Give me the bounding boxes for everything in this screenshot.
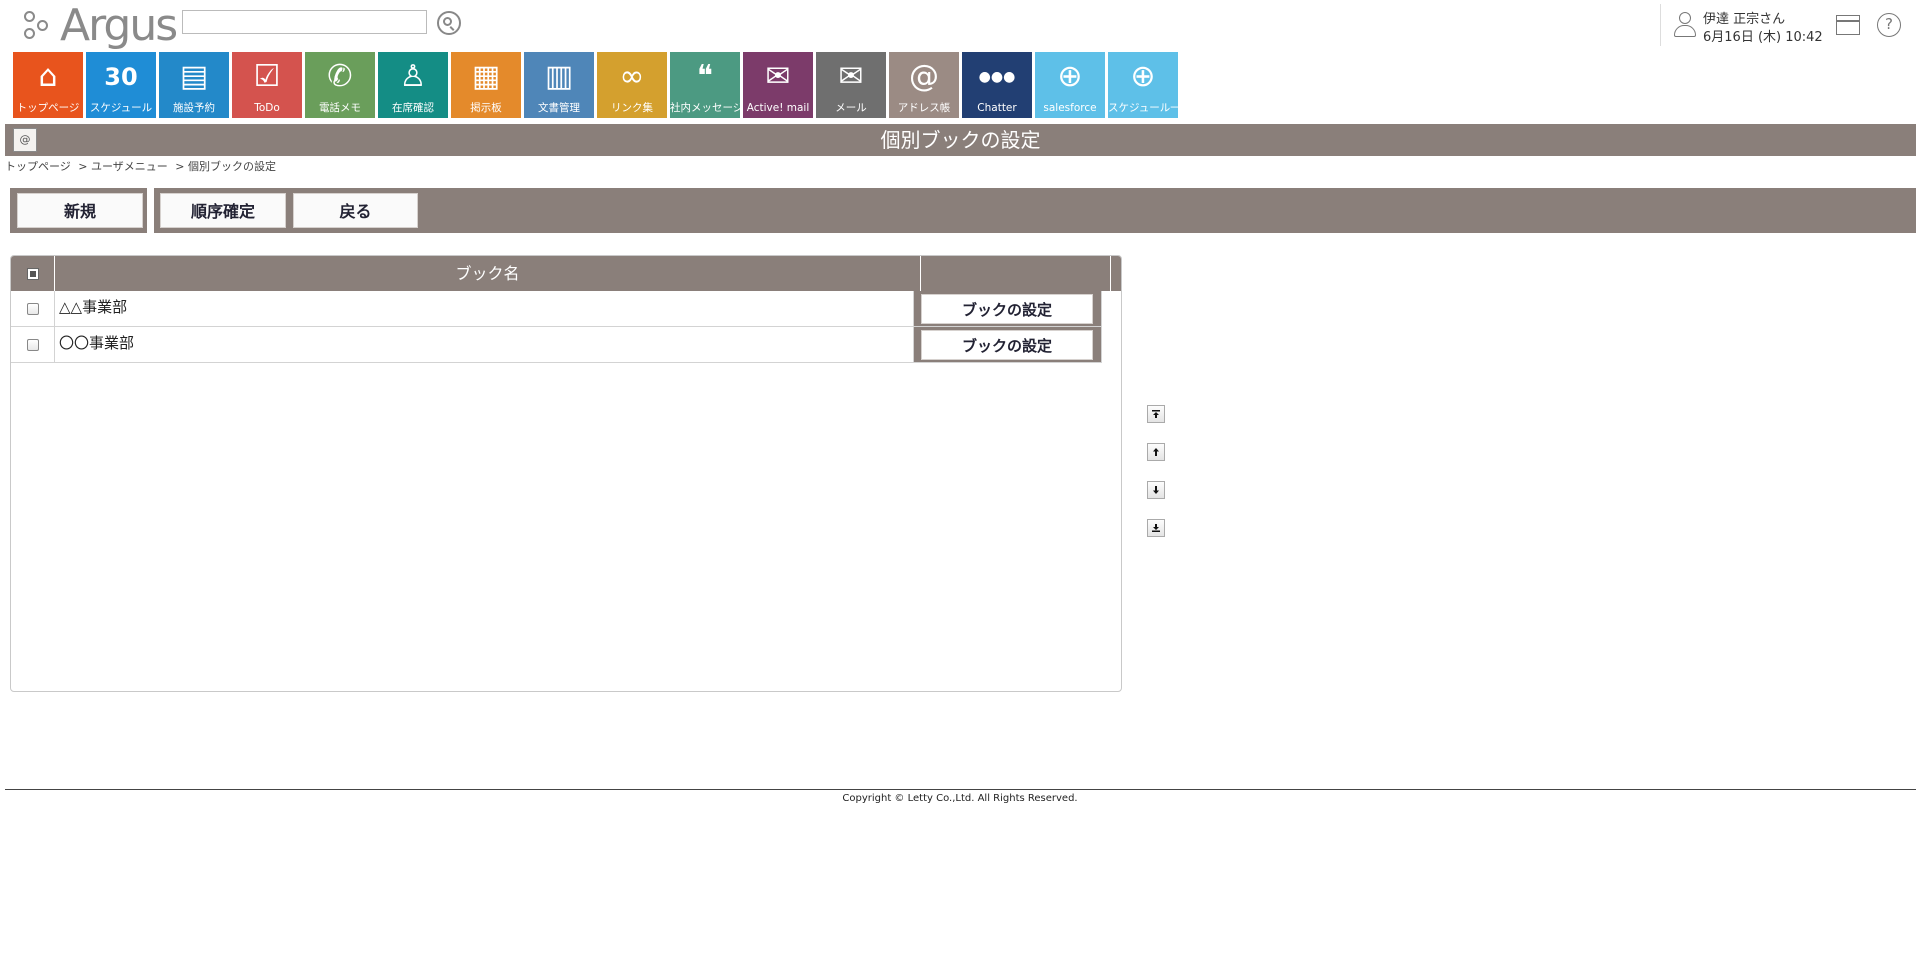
breadcrumb-item-top[interactable]: トップページ	[5, 160, 71, 173]
app-tile-label: ToDo	[254, 102, 280, 114]
app-launcher-bar: ⌂ トップページ 30 スケジュール ▤ 施設予約 ☑ ToDo ✆ 電話メモ ♙ 在席確認 ▦ 掲示板 ▥…	[13, 52, 1181, 118]
move-down-icon[interactable]	[1147, 481, 1165, 499]
bulletin-icon: ▦	[471, 59, 501, 94]
app-tile-label: 社内メッセージ	[670, 102, 740, 114]
table-row[interactable]: △△事業部 ブックの設定	[11, 291, 1101, 327]
user-name[interactable]: 伊達 正宗さん	[1703, 8, 1785, 27]
app-tile-label: スケジュール	[89, 102, 153, 114]
book-name: △△事業部	[59, 298, 128, 316]
globe-icon: ⊕	[1057, 59, 1083, 94]
table-row[interactable]: 〇〇事業部 ブックの設定	[11, 327, 1101, 363]
app-tile-label: 在席確認	[392, 102, 434, 114]
app-tile[interactable]: ⊕ スケジュール一	[1108, 52, 1178, 118]
app-tile[interactable]: ●●● Chatter	[962, 52, 1032, 118]
page-title-bar: @ 個別ブックの設定	[5, 124, 1916, 156]
link-icon: ∞	[619, 59, 645, 94]
calendar-icon: 30	[104, 63, 138, 91]
activemail-icon: ✉	[765, 59, 791, 94]
select-all-cell	[11, 256, 55, 291]
app-tile-label: リンク集	[611, 102, 653, 114]
back-button[interactable]: 戻る	[293, 193, 418, 228]
move-to-bottom-icon[interactable]	[1147, 519, 1165, 537]
facility-icon: ▤	[179, 59, 209, 94]
app-tile-label: Chatter	[977, 102, 1017, 114]
book-name: 〇〇事業部	[59, 334, 135, 352]
action-toolbar: 新規 順序確定 戻る	[10, 188, 1916, 233]
todo-icon: ☑	[253, 59, 281, 94]
copyright: Copyright © Letty Co.,Ltd. All Rights Re…	[842, 793, 1078, 804]
breadcrumb: トップページ > ユーザメニュー > 個別ブックの設定	[5, 158, 280, 174]
app-tile[interactable]: 30 スケジュール	[86, 52, 156, 118]
message-icon: ❝	[696, 59, 714, 94]
breadcrumb-item-current: > 個別ブックの設定	[175, 160, 276, 173]
argus-logo[interactable]: Argus	[24, 0, 178, 51]
book-list-panel: ブック名 △△事業部 ブックの設定 〇〇事業部 ブックの設定	[10, 255, 1122, 692]
app-tile[interactable]: ✆ 電話メモ	[305, 52, 375, 118]
header-divider	[1660, 4, 1661, 46]
row-checkbox[interactable]	[27, 303, 39, 315]
app-tile[interactable]: ▤ 施設予約	[159, 52, 229, 118]
app-tile[interactable]: ☑ ToDo	[232, 52, 302, 118]
footer-divider	[5, 789, 1916, 790]
search-icon[interactable]	[437, 11, 461, 35]
document-icon: ▥	[544, 59, 574, 94]
globe-icon: ⊕	[1130, 59, 1156, 94]
new-button[interactable]: 新規	[17, 193, 143, 228]
app-tile-label: スケジュール一	[1108, 102, 1178, 114]
current-datetime: 6月16日 (木) 10:42	[1703, 30, 1823, 45]
logo-mark-icon	[24, 9, 58, 43]
row-checkbox[interactable]	[27, 339, 39, 351]
search-input[interactable]	[182, 10, 427, 34]
app-tile[interactable]: ▦ 掲示板	[451, 52, 521, 118]
app-tile-label: 電話メモ	[319, 102, 361, 114]
app-tile-label: トップページ	[16, 102, 80, 114]
presence-icon: ♙	[399, 59, 427, 94]
column-header-action	[921, 256, 1111, 291]
app-tile-label: メール	[835, 102, 867, 114]
logo-text: Argus	[60, 0, 178, 51]
app-tile[interactable]: @ アドレス帳	[889, 52, 959, 118]
app-tile[interactable]: ⊕ salesforce	[1035, 52, 1105, 118]
app-tile[interactable]: ♙ 在席確認	[378, 52, 448, 118]
app-tile-label: Active! mail	[746, 102, 810, 114]
confirm-order-button[interactable]: 順序確定	[160, 193, 286, 228]
book-settings-button[interactable]: ブックの設定	[921, 330, 1093, 360]
app-tile-label: 掲示板	[470, 102, 502, 114]
addressbook-icon: @	[909, 59, 939, 94]
select-all-checkbox[interactable]	[27, 268, 39, 280]
app-tile[interactable]: ▥ 文書管理	[524, 52, 594, 118]
app-tile-label: 施設予約	[173, 102, 215, 114]
app-tile[interactable]: ⌂ トップページ	[13, 52, 83, 118]
book-settings-button[interactable]: ブックの設定	[921, 294, 1093, 324]
app-tile-label: salesforce	[1043, 102, 1097, 114]
app-tile[interactable]: ❝ 社内メッセージ	[670, 52, 740, 118]
app-tile[interactable]: ✉ メール	[816, 52, 886, 118]
page-title: 個別ブックの設定	[880, 128, 1041, 152]
app-tile-label: アドレス帳	[897, 102, 951, 114]
move-to-top-icon[interactable]	[1147, 405, 1165, 423]
chatter-icon: ●●●	[978, 69, 1016, 85]
home-icon: ⌂	[38, 59, 58, 94]
help-icon[interactable]: ?	[1877, 13, 1901, 37]
app-tile[interactable]: ∞ リンク集	[597, 52, 667, 118]
mail-icon: ✉	[838, 59, 864, 94]
breadcrumb-item-user-menu[interactable]: > ユーザメニュー	[78, 160, 168, 173]
app-tile-label: 文書管理	[538, 102, 580, 114]
move-up-icon[interactable]	[1147, 443, 1165, 461]
column-header-book-name: ブック名	[55, 256, 921, 291]
window-icon[interactable]	[1836, 15, 1860, 35]
app-tile[interactable]: ✉ Active! mail	[743, 52, 813, 118]
user-icon	[1673, 12, 1697, 38]
phone-icon: ✆	[327, 59, 353, 94]
table-header: ブック名	[11, 256, 1121, 291]
